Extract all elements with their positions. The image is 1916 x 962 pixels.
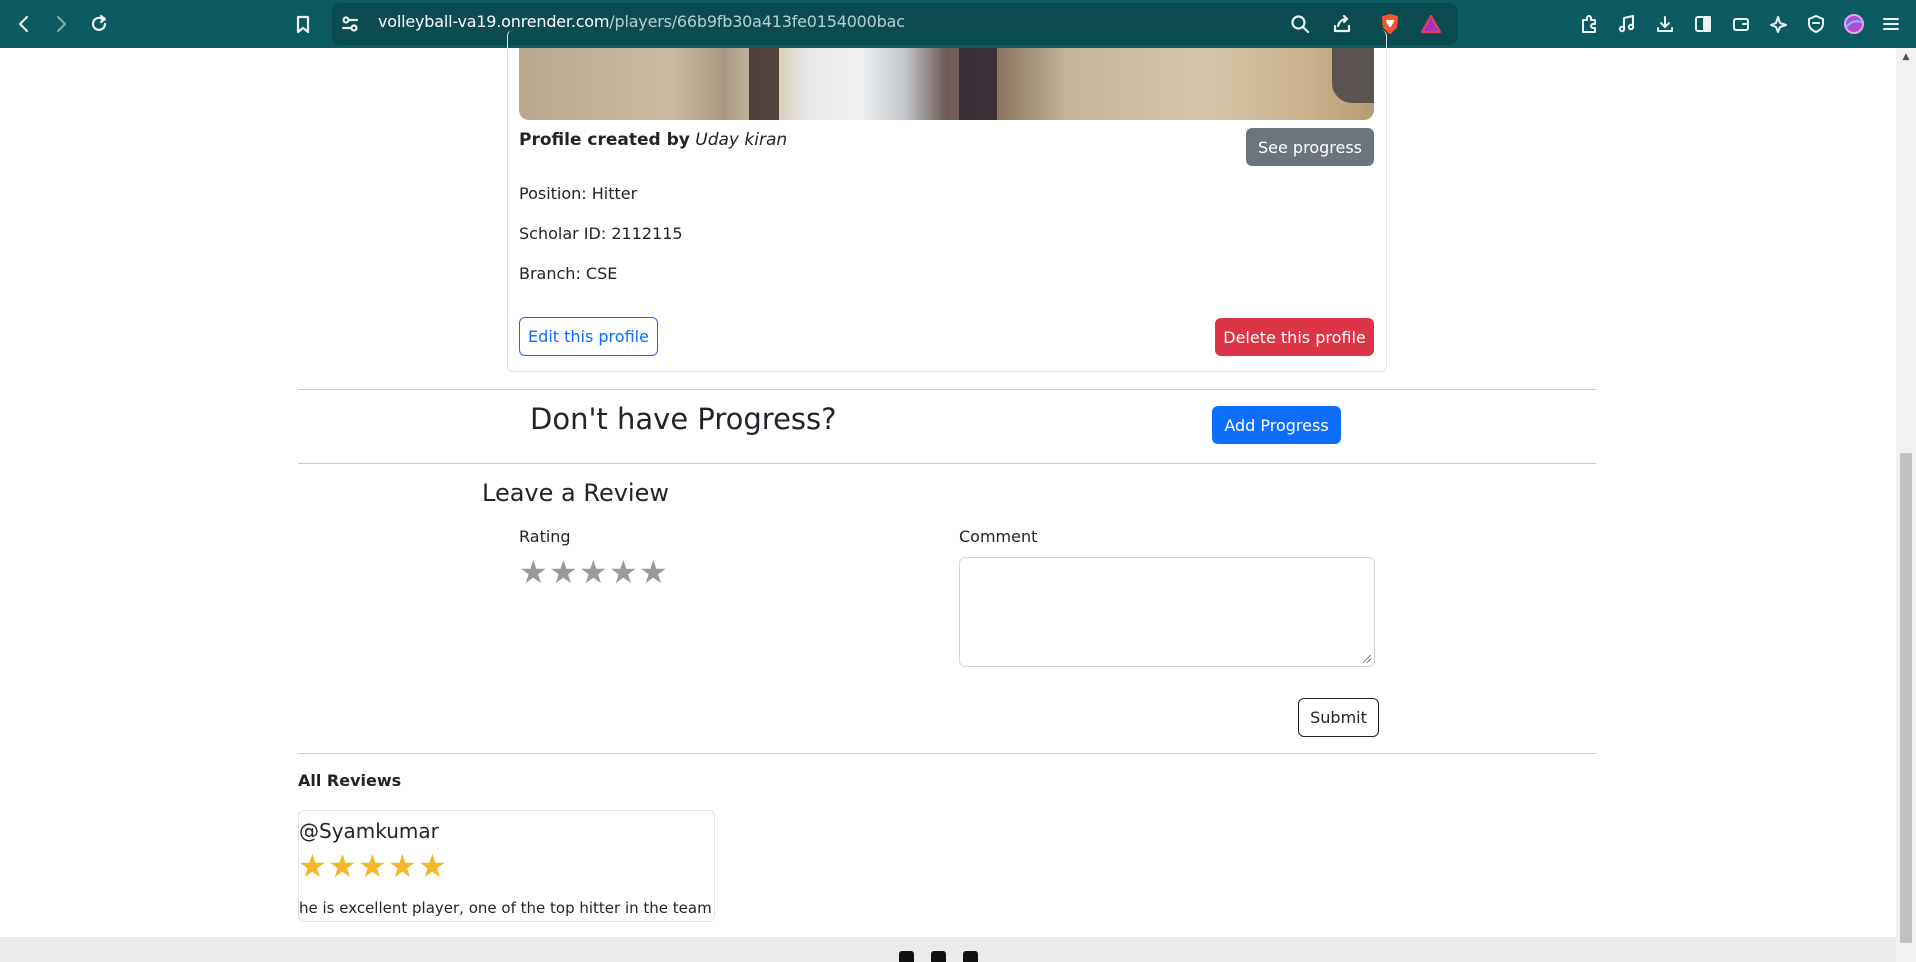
star-icon: ★ xyxy=(388,847,417,885)
scrollbar-thumb[interactable] xyxy=(1900,453,1912,943)
youtube-icon[interactable] xyxy=(899,951,914,962)
forward-icon[interactable] xyxy=(47,10,75,38)
scroll-up-icon[interactable]: ▲ xyxy=(1900,52,1912,62)
divider xyxy=(298,389,1596,390)
star-icon: ★ xyxy=(298,847,327,885)
delete-profile-button[interactable]: Delete this profile xyxy=(1215,318,1374,356)
photo-detail xyxy=(749,48,779,120)
player-position: Position: Hitter xyxy=(519,184,638,203)
rating-star[interactable]: ★ xyxy=(609,556,638,588)
profile-icon[interactable] xyxy=(1840,10,1868,38)
player-scholar-id: Scholar ID: 2112115 xyxy=(519,224,683,243)
site-settings-icon[interactable] xyxy=(336,10,364,38)
progress-heading: Don't have Progress? xyxy=(530,402,837,436)
rating-label: Rating xyxy=(519,527,571,546)
resize-handle-icon[interactable] xyxy=(1363,655,1371,663)
photo-detail xyxy=(959,48,997,120)
review-rating: ★ ★ ★ ★ ★ xyxy=(298,850,450,884)
divider xyxy=(298,463,1596,464)
created-by-name: Uday kiran xyxy=(695,130,788,150)
rating-star[interactable]: ★ xyxy=(519,556,548,588)
created-by-label: Profile created by xyxy=(519,130,690,150)
add-progress-button[interactable]: Add Progress xyxy=(1212,406,1341,444)
edit-profile-button[interactable]: Edit this profile xyxy=(519,317,658,356)
footer xyxy=(0,937,1896,962)
see-progress-button[interactable]: See progress xyxy=(1246,128,1374,166)
review-form-heading: Leave a Review xyxy=(482,479,669,507)
all-reviews-heading: All Reviews xyxy=(298,771,402,790)
review-author: @Syamkumar xyxy=(299,819,439,843)
rating-star[interactable]: ★ xyxy=(639,556,668,588)
downloads-icon[interactable] xyxy=(1651,10,1679,38)
player-branch: Branch: CSE xyxy=(519,264,618,283)
star-icon: ★ xyxy=(328,847,357,885)
star-icon: ★ xyxy=(358,847,387,885)
brave-rewards-icon[interactable] xyxy=(1417,10,1445,38)
photo-detail xyxy=(1332,48,1374,103)
profile-created-by: Profile created by Uday kiran xyxy=(519,130,787,150)
star-icon: ★ xyxy=(418,847,447,885)
vpn-icon[interactable] xyxy=(1802,10,1830,38)
leo-icon[interactable] xyxy=(1765,10,1793,38)
facebook-icon[interactable] xyxy=(931,951,946,962)
divider xyxy=(298,753,1596,754)
wallet-icon[interactable] xyxy=(1727,10,1755,38)
bookmark-icon[interactable] xyxy=(289,10,317,38)
sidebar-icon[interactable] xyxy=(1689,10,1717,38)
page-scrollbar[interactable]: ▲ xyxy=(1896,48,1916,962)
player-photo xyxy=(519,48,1374,120)
instagram-icon[interactable] xyxy=(963,951,978,962)
comment-label: Comment xyxy=(959,527,1038,546)
url-text[interactable]: volleyball-va19.onrender.com/players/66b… xyxy=(378,12,905,31)
back-icon[interactable] xyxy=(10,10,38,38)
rating-input[interactable]: ★ ★ ★ ★ ★ xyxy=(519,556,671,590)
url-host: volleyball-va19.onrender.com xyxy=(378,12,610,31)
comment-textarea[interactable] xyxy=(959,557,1375,667)
rating-star[interactable]: ★ xyxy=(549,556,578,588)
menu-icon[interactable] xyxy=(1877,10,1905,38)
media-icon[interactable] xyxy=(1613,10,1641,38)
rating-star[interactable]: ★ xyxy=(579,556,608,588)
extensions-icon[interactable] xyxy=(1575,10,1603,38)
review-body: he is excellent player, one of the top h… xyxy=(299,899,712,917)
url-path: /players/66b9fb30a413fe0154000bac xyxy=(609,12,905,31)
reload-icon[interactable] xyxy=(85,10,113,38)
submit-review-button[interactable]: Submit xyxy=(1298,698,1379,737)
